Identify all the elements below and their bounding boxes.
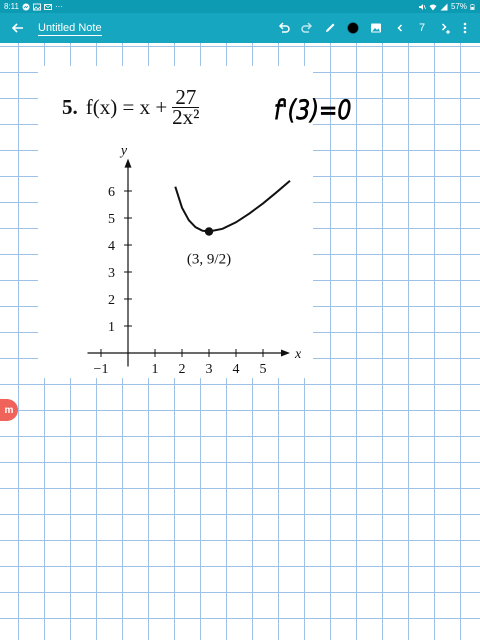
note-title[interactable]: Untitled Note: [38, 22, 102, 36]
x-tick-label: 4: [233, 362, 240, 377]
status-bar: 8:11 ··· 57%: [0, 0, 480, 13]
color-picker-button[interactable]: [344, 19, 362, 37]
fraction: 27 2x²: [172, 84, 200, 129]
x-tick-label: −1: [94, 362, 109, 377]
next-page-button[interactable]: [436, 19, 454, 37]
app-toolbar: Untitled Note 7: [0, 13, 480, 43]
fraction-denominator: 2x²: [172, 104, 200, 129]
battery-percent: 57%: [450, 2, 467, 11]
chevron-left-icon: [397, 24, 403, 32]
y-axis-label: y: [119, 144, 128, 159]
x-tick-label: 3: [206, 362, 213, 377]
battery-icon: [470, 3, 475, 10]
status-time: 8:11: [4, 2, 19, 11]
badge-m-icon: m: [4, 404, 14, 416]
undo-icon: [278, 22, 290, 33]
previous-page-button[interactable]: [391, 19, 409, 37]
minimum-point-label: (3, 9/2): [187, 252, 231, 268]
problem-statement: 5. f(x) = x + 27 2x²: [62, 84, 200, 129]
insert-image-button[interactable]: [367, 19, 385, 37]
x-tick-label: 1: [152, 362, 159, 377]
x-axis-label: x: [294, 347, 302, 362]
more-options-button[interactable]: [456, 19, 474, 37]
back-button[interactable]: [9, 19, 27, 37]
pen-icon: [326, 23, 335, 32]
back-arrow-icon: [11, 23, 23, 33]
redo-icon: [301, 22, 313, 33]
messenger-icon: [22, 3, 30, 10]
redo-button[interactable]: [298, 19, 316, 37]
handwritten-note[interactable]: f'(3)=0: [272, 86, 367, 126]
x-tick-label: 2: [179, 362, 186, 377]
x-tick-label: 5: [260, 362, 267, 377]
y-tick-label: 1: [108, 320, 115, 335]
page-number: 7: [418, 22, 426, 34]
next-add-page-icon: [441, 23, 450, 34]
x-axis-arrow: [281, 349, 290, 357]
y-tick-label: 4: [108, 239, 115, 254]
pen-tool-button[interactable]: [321, 19, 339, 37]
gallery-icon: [33, 3, 41, 10]
function-lhs: f(x) = x +: [85, 94, 168, 119]
problem-number: 5.: [62, 94, 78, 119]
more-vert-icon: [463, 22, 467, 34]
signal-icon: [440, 3, 448, 10]
y-tick-label: 5: [108, 212, 115, 227]
minimum-point: [204, 227, 214, 236]
fraction-numerator: 27: [175, 84, 197, 109]
mute-icon: [418, 3, 426, 10]
status-more: ···: [54, 2, 63, 11]
function-graph: −1 1 2 3 4 5 1 2 3 4 5 6 x y (3, 9/2): [87, 144, 302, 377]
wifi-icon: [429, 4, 437, 10]
handwritten-text: f'(3)=0: [274, 94, 352, 125]
function-curve: [174, 179, 291, 233]
color-swatch-icon: [347, 22, 359, 34]
y-tick-label: 6: [108, 185, 115, 200]
y-axis-arrow: [124, 158, 132, 168]
undo-button[interactable]: [275, 19, 293, 37]
y-tick-label: 2: [108, 293, 115, 308]
y-tick-label: 3: [108, 266, 115, 281]
mail-icon: [44, 3, 52, 10]
image-icon: [371, 23, 381, 33]
